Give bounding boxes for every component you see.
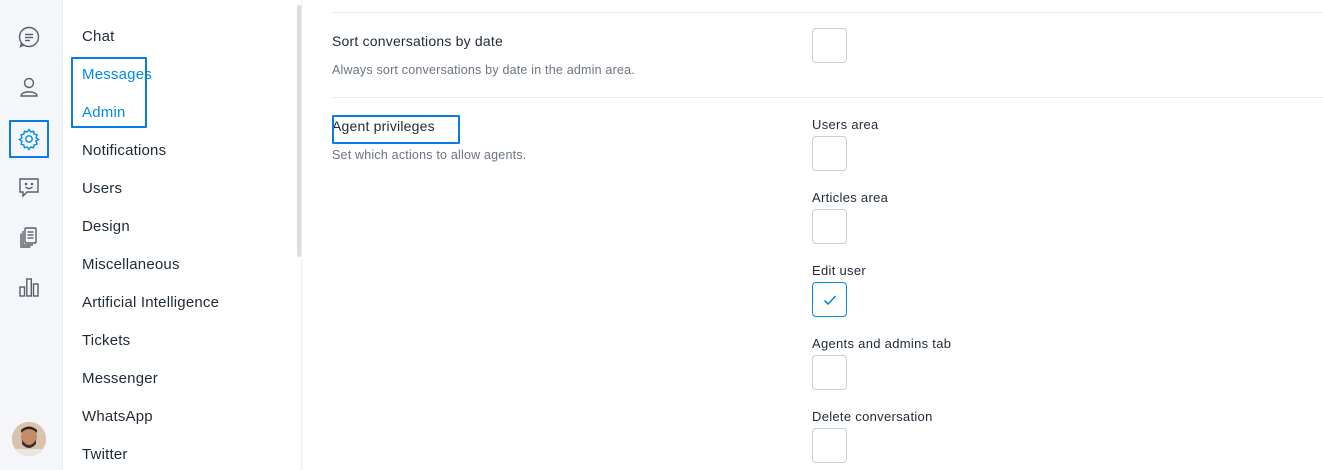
nav-item-whatsapp[interactable]: WhatsApp	[82, 408, 153, 426]
nav-item-notifications[interactable]: Notifications	[82, 142, 166, 160]
content-top-divider	[332, 12, 1323, 13]
articles-icon[interactable]	[9, 218, 49, 256]
sort-setting-title: Sort conversations by date	[332, 33, 503, 49]
option-label-delete-conversation: Delete conversation	[812, 409, 933, 424]
nav-item-tickets[interactable]: Tickets	[82, 332, 130, 350]
nav-item-miscellaneous[interactable]: Miscellaneous	[82, 256, 180, 274]
title-selection-highlight	[332, 115, 460, 144]
chatbot-icon[interactable]	[9, 168, 49, 206]
nav-item-messenger[interactable]: Messenger	[82, 370, 158, 388]
edit-user-checkbox[interactable]	[812, 282, 847, 317]
icon-rail	[0, 0, 63, 470]
sort-by-date-checkbox[interactable]	[812, 28, 847, 63]
agents-admins-tab-checkbox[interactable]	[812, 355, 847, 390]
nav-item-artificial-intelligence[interactable]: Artificial Intelligence	[82, 294, 219, 312]
option-label-agents-admins-tab: Agents and admins tab	[812, 336, 952, 351]
option-label-articles-area: Articles area	[812, 190, 889, 205]
nav-item-design[interactable]: Design	[82, 218, 130, 236]
section-divider	[332, 97, 1323, 98]
users-area-checkbox[interactable]	[812, 136, 847, 171]
option-label-edit-user: Edit user	[812, 263, 867, 278]
sort-setting-description: Always sort conversations by date in the…	[332, 63, 635, 77]
nav-item-twitter[interactable]: Twitter	[82, 446, 128, 464]
settings-icon[interactable]	[9, 120, 49, 158]
user-icon[interactable]	[9, 68, 49, 106]
articles-area-checkbox[interactable]	[812, 209, 847, 244]
option-label-users-area: Users area	[812, 117, 879, 132]
reports-icon[interactable]	[9, 268, 49, 306]
nav-divider	[301, 0, 302, 470]
nav-item-users[interactable]: Users	[82, 180, 122, 198]
nav-selection-highlight	[71, 57, 147, 128]
chat-icon[interactable]	[9, 18, 49, 56]
checkmark-icon	[823, 294, 836, 305]
agent-privileges-description: Set which actions to allow agents.	[332, 148, 527, 162]
delete-conversation-checkbox[interactable]	[812, 428, 847, 463]
avatar[interactable]	[12, 422, 46, 456]
nav-item-chat[interactable]: Chat	[82, 28, 115, 46]
